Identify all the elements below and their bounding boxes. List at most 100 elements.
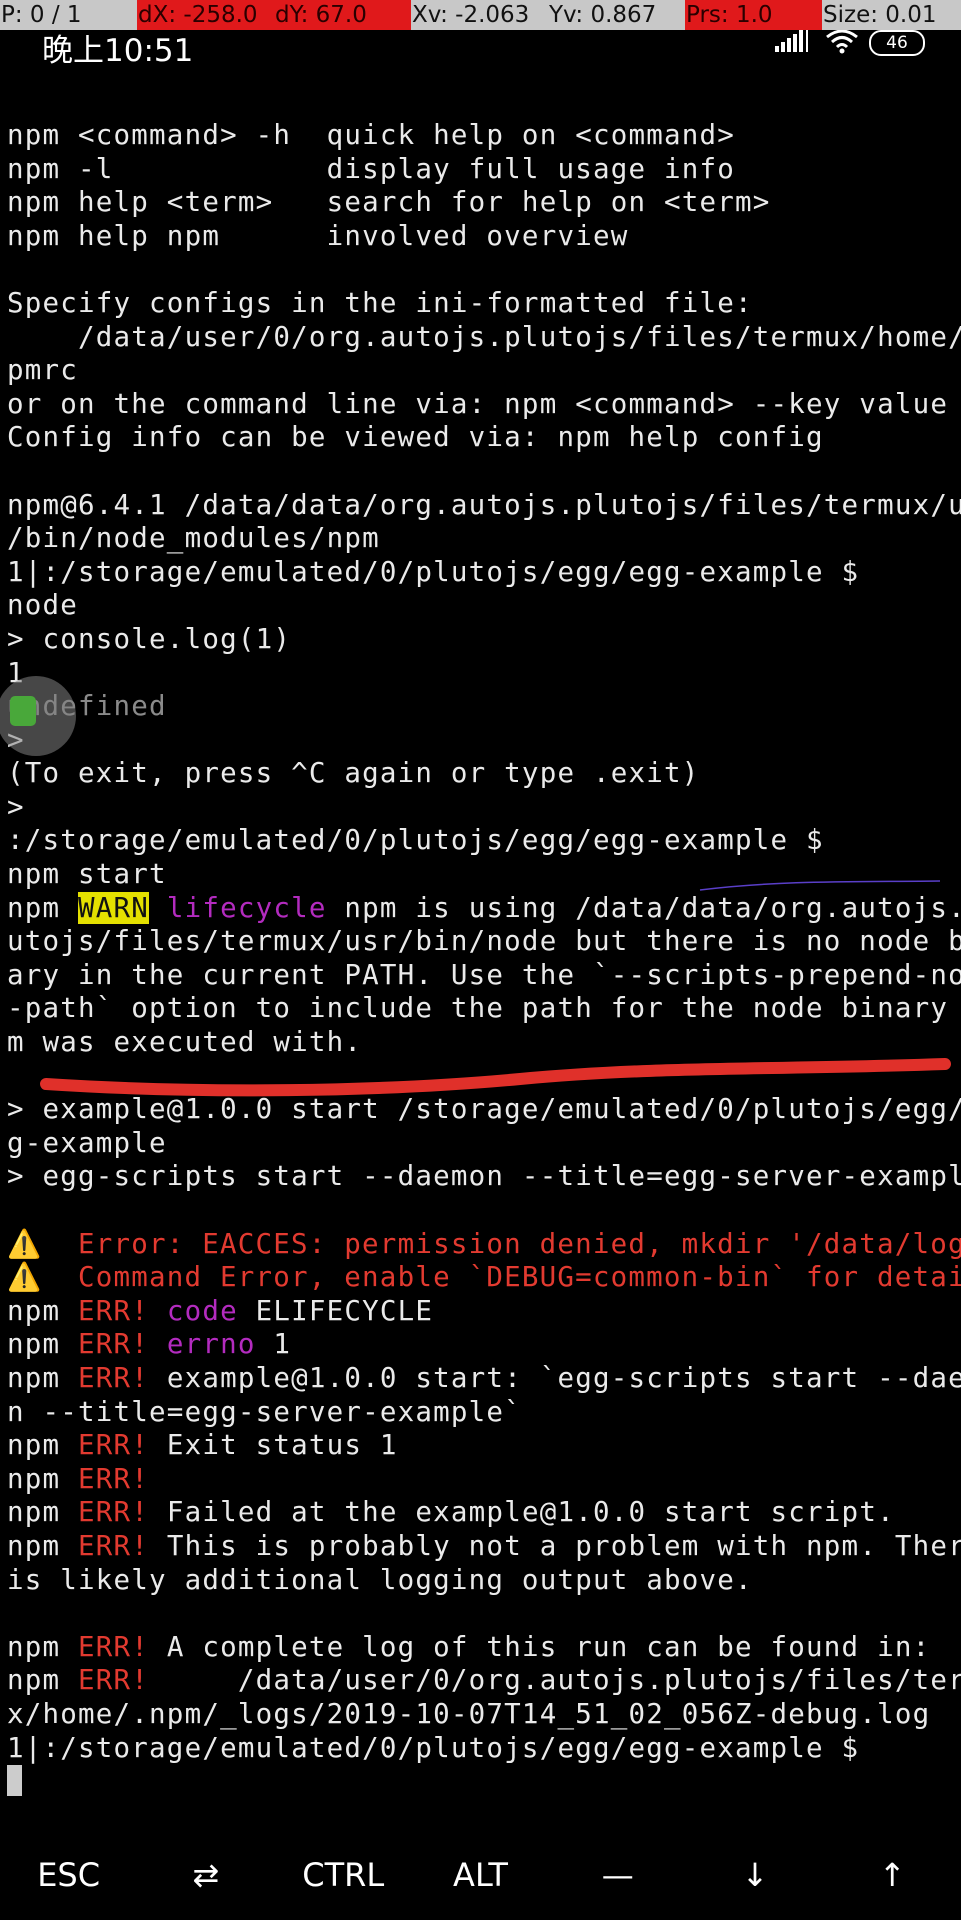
terminal-text: > (7, 790, 25, 823)
terminal-text: npm (7, 1328, 79, 1361)
terminal-text: 1|:/storage/emulated/0/plutojs/egg/egg-e… (7, 1731, 860, 1764)
terminal-line: npm@6.4.1 /data/data/org.autojs.plutojs/… (7, 489, 961, 523)
terminal-text: npm -l display full usage info (7, 152, 736, 185)
terminal-line: x/home/.npm/_logs/2019-10-07T14_51_02_05… (7, 1698, 957, 1732)
terminal-text: utojs/files/termux/usr/bin/node but ther… (7, 925, 961, 958)
terminal-line: > example@1.0.0 start /storage/emulated/… (7, 1093, 961, 1127)
terminal-text: npm (7, 1529, 79, 1562)
terminal-text: > console.log(1) (7, 622, 292, 655)
prompt-line[interactable] (7, 1765, 957, 1799)
terminal-line: npm ERR! example@1.0.0 start: `egg-scrip… (7, 1361, 961, 1396)
terminal-text: :/storage/emulated/0/plutojs/egg/egg-exa… (7, 824, 824, 857)
terminal-text: code (166, 1294, 238, 1327)
terminal-text: npm (7, 1496, 79, 1529)
terminal-line: pmrc (7, 354, 957, 388)
terminal-text: ERR! (78, 1328, 150, 1361)
debug-xv: Xv: -2.063 (411, 0, 548, 30)
terminal-text: This is probably not a problem with npm.… (149, 1529, 961, 1562)
terminal-line: :/storage/emulated/0/plutojs/egg/egg-exa… (7, 824, 957, 858)
terminal-text: 1 (255, 1328, 292, 1361)
terminal-text: or on the command line via: npm <command… (7, 387, 949, 420)
terminal-line: 1|:/storage/emulated/0/plutojs/egg/egg-e… (7, 556, 957, 590)
terminal-text: npm (7, 891, 79, 924)
terminal-line: utojs/files/termux/usr/bin/node but ther… (7, 925, 961, 959)
terminal-line: Config info can be viewed via: npm help … (7, 421, 957, 455)
terminal-text: ERR! (78, 1361, 150, 1394)
battery-icon: 46 (869, 30, 925, 56)
wifi-icon (825, 28, 859, 58)
terminal-line: Specify configs in the ini-formatted fil… (7, 287, 957, 321)
esc-key[interactable]: ESC (4, 1856, 134, 1894)
ctrl-key[interactable]: CTRL (278, 1856, 408, 1894)
terminal-text: is likely additional logging output abov… (7, 1563, 753, 1596)
terminal-text: errno (166, 1328, 256, 1361)
terminal-line: npm ERR! (7, 1463, 957, 1497)
terminal-text: g-example (7, 1126, 167, 1159)
arrow-up-key[interactable]: ↑ (827, 1856, 957, 1894)
debug-size: Size: 0.01 (822, 0, 961, 30)
terminal-output[interactable]: npm <command> -h quick help on <command>… (7, 119, 961, 1799)
terminal-text: x/home/.npm/_logs/2019-10-07T14_51_02_05… (7, 1697, 931, 1730)
terminal-text: /data/user/0/org.autojs.plutojs/files/te… (149, 1664, 961, 1697)
terminal-text: Config info can be viewed via: npm help … (7, 421, 824, 454)
terminal-line: npm start (7, 858, 957, 892)
terminal-line: g-example (7, 1127, 957, 1161)
terminal-line: npm help <term> search for help on <term… (7, 186, 957, 220)
terminal-text: npm (7, 1630, 79, 1663)
terminal-text: > example@1.0.0 start /storage/emulated/… (7, 1093, 961, 1126)
terminal-line: npm ERR! errno 1 (7, 1328, 957, 1362)
debug-pressure: Prs: 1.0 (685, 0, 822, 30)
terminal-line: /data/user/0/org.autojs.plutojs/files/te… (7, 321, 961, 355)
debug-dx: dX: -258.0 (137, 0, 274, 30)
terminal-text: n --title=egg-server-example` (7, 1395, 522, 1428)
dash-key[interactable]: — (553, 1856, 683, 1894)
terminal-line: > console.log(1) (7, 623, 957, 657)
terminal-line: or on the command line via: npm <command… (7, 388, 957, 422)
terminal-text: ERR! (78, 1429, 150, 1462)
terminal-text: ⚠️ Command Error, enable `DEBUG=common-b… (7, 1261, 961, 1294)
terminal-text: Failed at the example@1.0.0 start script… (149, 1496, 895, 1529)
terminal-text: A complete log of this run can be found … (149, 1630, 931, 1663)
signal-icon (773, 28, 815, 58)
terminal-text: -path` option to include the path for th… (7, 992, 961, 1025)
alt-key[interactable]: ALT (415, 1856, 545, 1894)
terminal-line: > (7, 791, 957, 825)
terminal-line: npm ERR! Exit status 1 (7, 1429, 957, 1463)
terminal-text: ⚠️ Error: EACCES: permission denied, mkd… (7, 1227, 961, 1260)
terminal-text: lifecycle (166, 891, 327, 924)
terminal-line: npm ERR! Failed at the example@1.0.0 sta… (7, 1496, 957, 1530)
terminal-text: npm help <term> search for help on <term… (7, 186, 771, 219)
terminal-text: npm (7, 1429, 79, 1462)
terminal-line: undefined (7, 690, 957, 724)
terminal-line: -path` option to include the path for th… (7, 992, 957, 1026)
terminal-line: (To exit, press ^C again or type .exit) (7, 757, 957, 791)
terminal-text: npm help npm involved overview (7, 219, 629, 252)
arrow-down-key[interactable]: ↓ (690, 1856, 820, 1894)
tab-key[interactable]: ⇄ (141, 1856, 271, 1894)
terminal-line: npm -l display full usage info (7, 153, 957, 187)
terminal-text: > egg-scripts start --daemon --title=egg… (7, 1160, 961, 1193)
terminal-text: Specify configs in the ini-formatted fil… (7, 286, 753, 319)
app-icon (10, 696, 36, 726)
terminal-text: ary in the current PATH. Use the `--scri… (7, 958, 961, 991)
terminal-line: ⚠️ Command Error, enable `DEBUG=common-b… (7, 1261, 961, 1295)
terminal-text: /bin/node_modules/npm (7, 522, 380, 555)
terminal-line: npm help npm involved overview (7, 220, 957, 254)
terminal-text: ERR! (78, 1294, 150, 1327)
terminal-text: pmrc (7, 354, 79, 387)
terminal-text: example@1.0.0 start: `egg-scripts start … (149, 1361, 961, 1394)
debug-pointer-count: P: 0 / 1 (0, 0, 137, 30)
terminal-text: npm start (7, 858, 167, 891)
terminal-text: node (7, 589, 79, 622)
terminal-line: npm ERR! A complete log of this run can … (7, 1631, 957, 1665)
debug-yv: Yv: 0.867 (548, 0, 685, 30)
terminal-text: /data/user/0/org.autojs.plutojs/files/te… (7, 320, 961, 353)
terminal-text: npm <command> -h quick help on <command> (7, 119, 736, 151)
terminal-line: npm <command> -h quick help on <command> (7, 119, 957, 153)
